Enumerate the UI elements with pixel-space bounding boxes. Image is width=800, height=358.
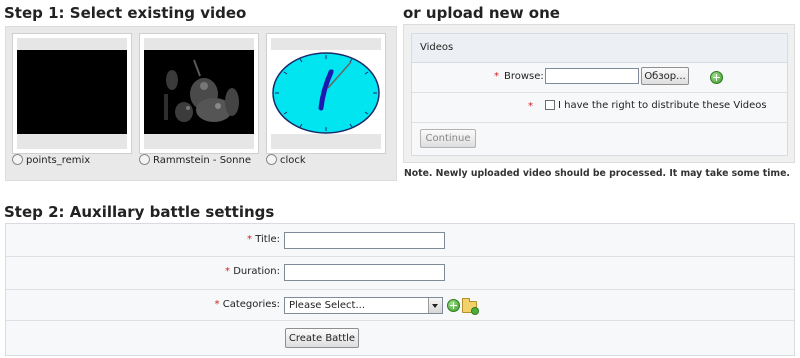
duration-input[interactable]	[284, 264, 445, 281]
categories-selected-value: Please Select...	[289, 300, 366, 311]
video-frame-clock	[271, 50, 381, 134]
categories-field-label: * Categories:	[214, 299, 280, 310]
upload-panel: Videos * Browse: Обзор... * I have the r…	[403, 24, 795, 163]
add-video-plus-icon[interactable]	[710, 71, 723, 84]
video-frame-black	[17, 50, 127, 134]
panel-header-label: Videos	[420, 42, 454, 53]
row-divider	[6, 320, 794, 321]
video-option-points-remix[interactable]: points_remix	[12, 154, 90, 168]
title-field-label: * Title:	[247, 234, 280, 245]
video-name: Rammstein - Sonne	[153, 155, 251, 166]
battle-settings-form: * Title: * Duration: * Categories: Pleas…	[5, 223, 795, 356]
title-input[interactable]	[284, 232, 445, 249]
rights-checkbox[interactable]	[545, 100, 555, 110]
clock-frame-image	[271, 50, 381, 134]
chevron-down-icon[interactable]	[428, 298, 442, 313]
duration-field-label: * Duration:	[225, 266, 280, 277]
add-category-plus-icon[interactable]	[447, 299, 460, 312]
row-divider	[6, 256, 794, 257]
video-gallery: points_remix Rammstein - Sonne clock	[5, 26, 397, 181]
create-battle-button[interactable]: Create Battle	[285, 328, 359, 348]
continue-button[interactable]: Continue	[420, 129, 476, 148]
required-marker: *	[528, 101, 533, 112]
video-thumbnail-clock[interactable]	[266, 33, 386, 154]
browse-button[interactable]: Обзор...	[641, 67, 689, 85]
browse-label: Browse:	[504, 71, 544, 82]
upload-panel-header: Videos	[412, 34, 787, 63]
video-option-rammstein[interactable]: Rammstein - Sonne	[139, 154, 251, 168]
new-folder-icon[interactable]	[462, 298, 479, 315]
step1-title: Step 1: Select existing video	[4, 4, 247, 22]
row-divider	[6, 289, 794, 290]
required-marker: *	[494, 71, 499, 82]
video-thumbnail-rammstein[interactable]	[139, 33, 259, 154]
step2-title: Step 2: Auxillary battle settings	[4, 203, 275, 221]
processing-note: Note. Newly uploaded video should be pro…	[404, 168, 790, 179]
radio-icon[interactable]	[139, 154, 150, 165]
video-frame-concert	[144, 50, 254, 134]
radio-icon[interactable]	[266, 154, 277, 165]
video-name: clock	[280, 155, 306, 166]
video-thumbnail-points-remix[interactable]	[12, 33, 132, 154]
video-name: points_remix	[26, 155, 91, 166]
categories-select[interactable]: Please Select...	[284, 297, 443, 314]
rights-label: I have the right to distribute these Vid…	[558, 100, 767, 111]
row-divider	[412, 92, 787, 93]
file-path-input[interactable]	[545, 68, 639, 84]
concert-frame-image	[144, 50, 254, 134]
row-divider	[412, 122, 787, 123]
video-option-clock[interactable]: clock	[266, 154, 306, 168]
upload-form: Videos * Browse: Обзор... * I have the r…	[411, 33, 788, 156]
radio-icon[interactable]	[12, 154, 23, 165]
upload-title: or upload new one	[403, 4, 560, 22]
